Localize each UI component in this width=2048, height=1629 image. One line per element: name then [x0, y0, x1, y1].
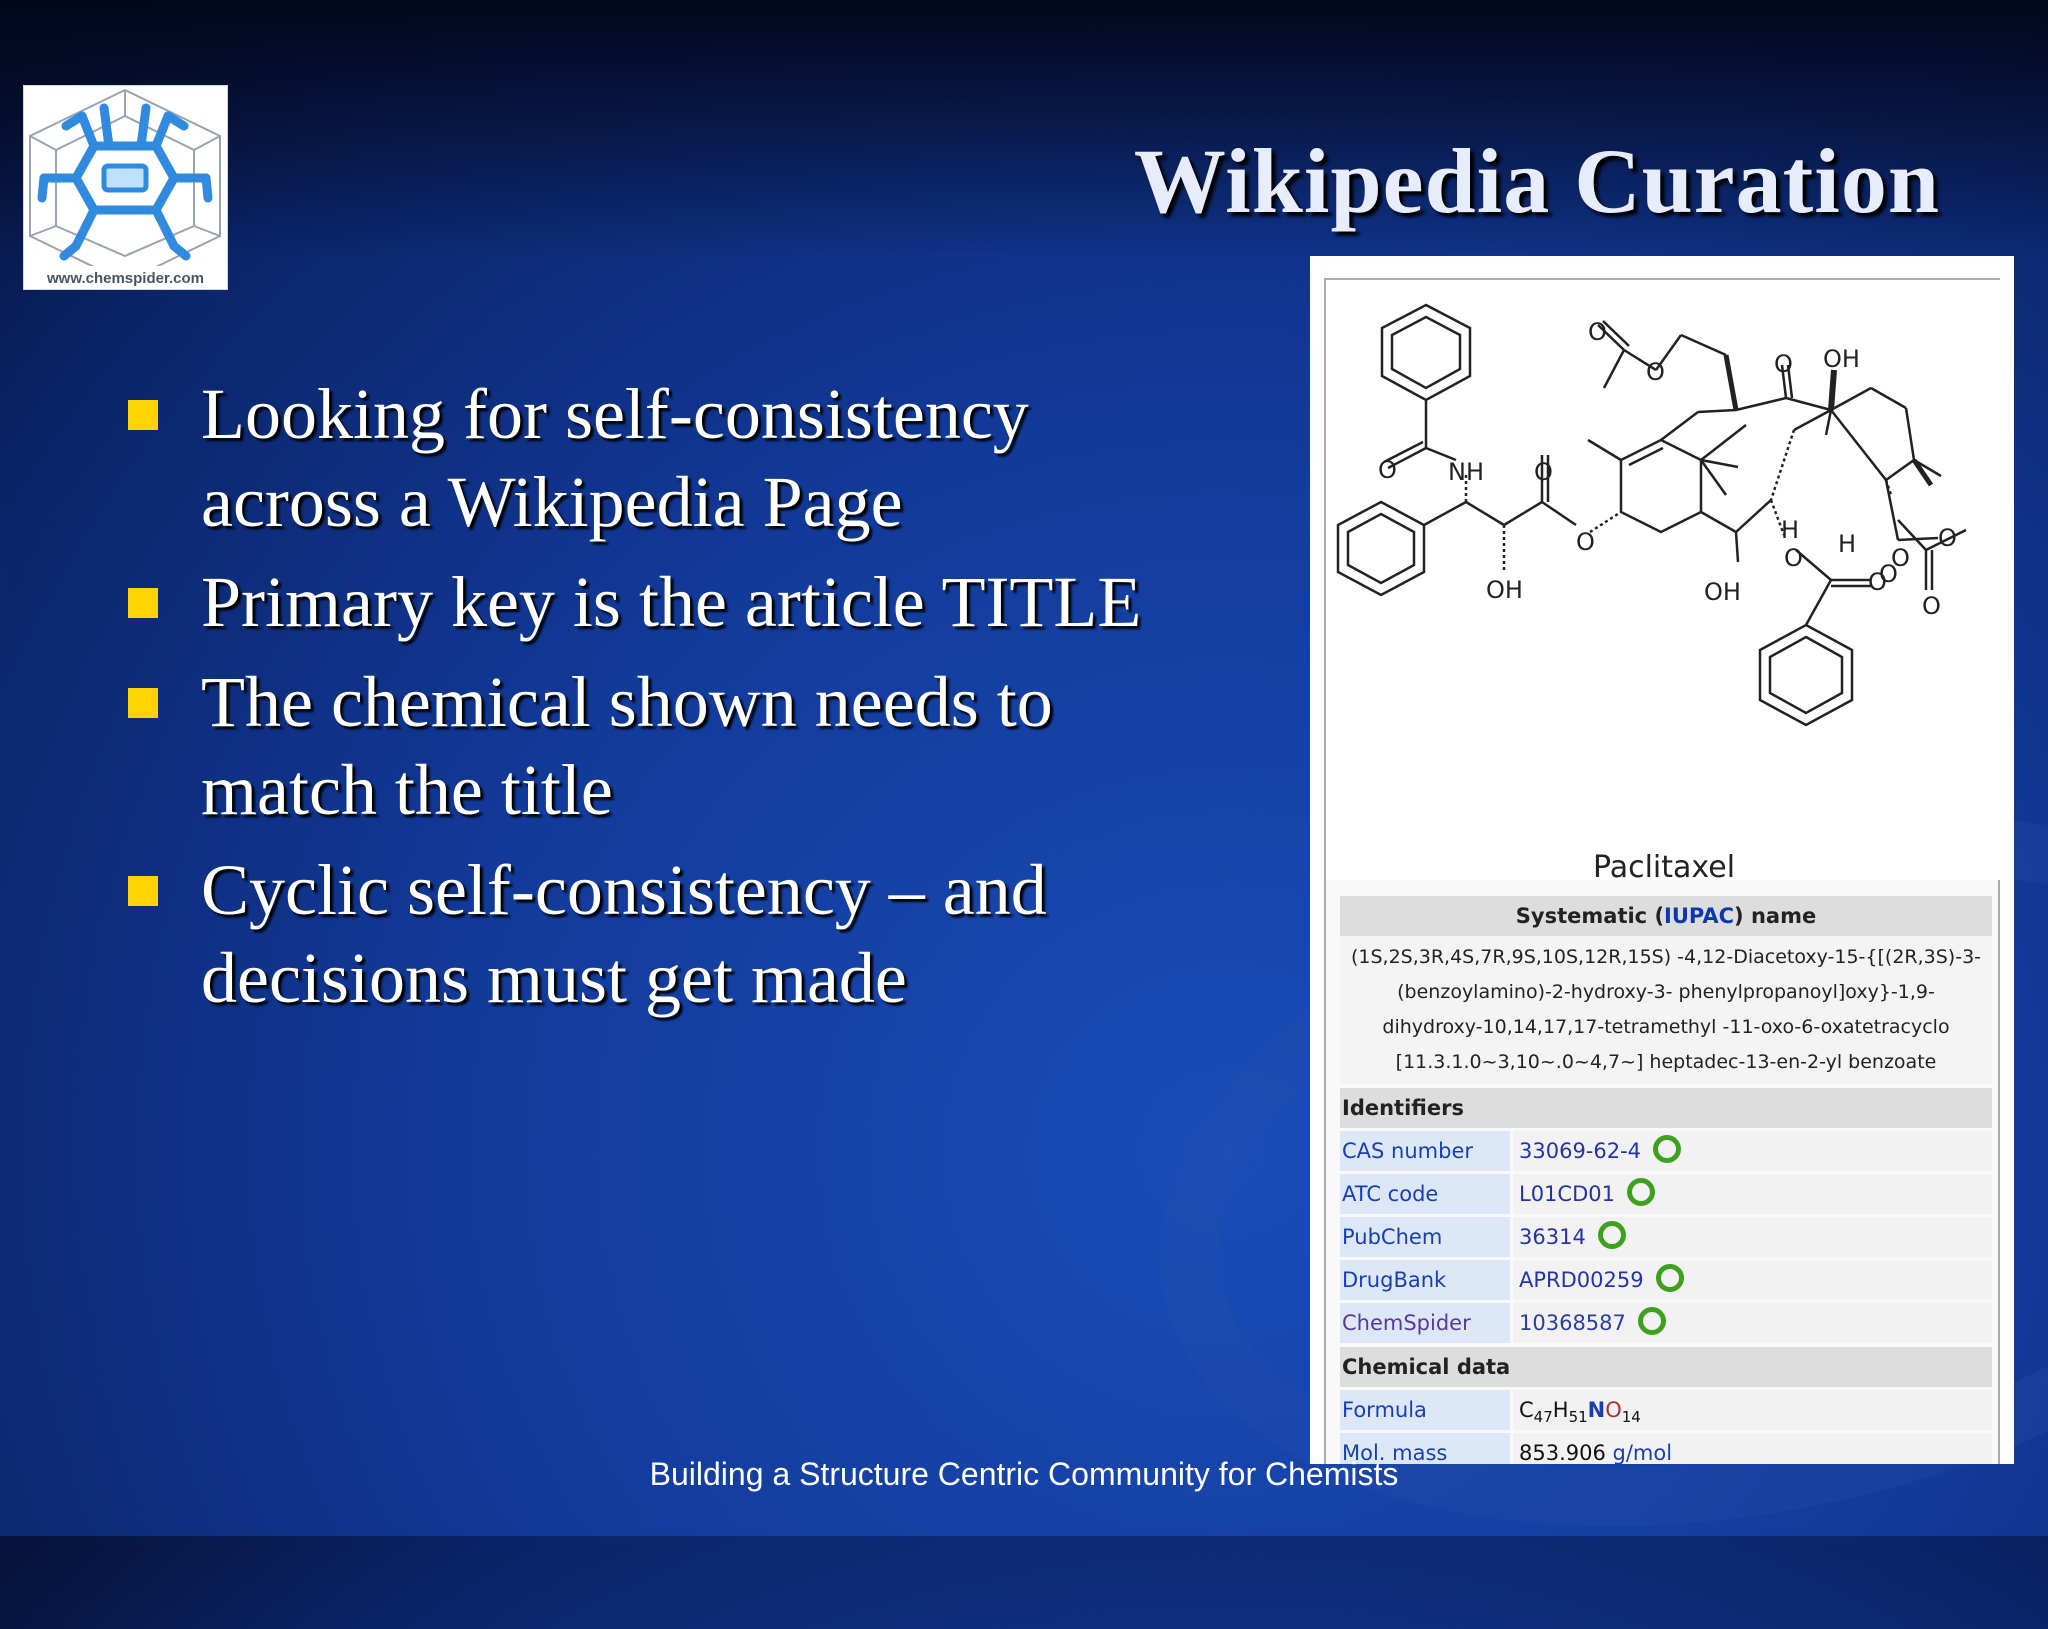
- bullet-text: Cyclic self-consistency – and decisions …: [201, 850, 1047, 1018]
- paclitaxel-structure-icon: O NH O OH O O O OH O H O OH H O O O O O: [1336, 303, 1967, 727]
- chemspider-logo: www.chemspider.com: [23, 85, 228, 290]
- formula-link[interactable]: Formula: [1340, 1390, 1510, 1430]
- bullet-list: Looking for self-consistency across a Wi…: [125, 370, 1265, 1034]
- chemical-structure-diagram: O NH O OH O O O OH O H O OH H O O O O O: [1326, 280, 2002, 880]
- bullet-text: Primary key is the article TITLE: [201, 562, 1142, 642]
- verified-check-icon: [1637, 1307, 1666, 1335]
- atc-value[interactable]: L01CD01: [1519, 1182, 1615, 1206]
- iupac-name: (1S,2S,3R,4S,7R,9S,10S,12R,15S) -4,12-Di…: [1340, 936, 1992, 1084]
- systematic-name-header: Systematic (IUPAC) name: [1340, 896, 1992, 936]
- atom-label: O: [1534, 458, 1553, 486]
- cas-value[interactable]: 33069-62-4: [1519, 1139, 1641, 1163]
- systematic-header-text: Systematic (: [1515, 904, 1665, 928]
- drugbank-link[interactable]: DrugBank: [1340, 1260, 1510, 1300]
- identifier-value[interactable]: 10368587: [1513, 1303, 1992, 1343]
- atom-label: OH: [1704, 578, 1741, 606]
- atom-label: OH: [1486, 576, 1523, 604]
- bullet-square-icon: [128, 588, 158, 618]
- formula-element: H: [1552, 1398, 1569, 1422]
- slide-title: Wikipedia Curation: [1133, 130, 1940, 232]
- pubchem-value[interactable]: 36314: [1519, 1225, 1586, 1249]
- formula-element: C: [1519, 1398, 1534, 1422]
- table-row: Formula C47H51NO14: [1340, 1390, 1992, 1430]
- table-row: PubChem 36314: [1340, 1217, 1992, 1257]
- formula-count: 47: [1533, 1408, 1553, 1427]
- slide-footer: Building a Structure Centric Community f…: [649, 1456, 1399, 1492]
- infobox: O NH O OH O O O OH O H O OH H O O O O O …: [1324, 278, 2002, 1464]
- chemspider-value[interactable]: 10368587: [1519, 1311, 1626, 1335]
- identifier-value[interactable]: 36314: [1513, 1217, 1992, 1257]
- iupac-link[interactable]: IUPAC: [1664, 904, 1734, 928]
- chemspider-link[interactable]: ChemSpider: [1340, 1303, 1510, 1343]
- identifier-value[interactable]: APRD00259: [1513, 1260, 1992, 1300]
- spider-icon: [29, 88, 221, 284]
- table-row: ChemSpider 10368587: [1340, 1303, 1992, 1343]
- bullet-square-icon: [128, 400, 158, 430]
- atom-label: OH: [1823, 345, 1860, 373]
- verified-check-icon: [1653, 1135, 1682, 1163]
- table-row: DrugBank APRD00259: [1340, 1260, 1992, 1300]
- bullet-square-icon: [128, 688, 158, 718]
- bullet-item: Looking for self-consistency across a Wi…: [125, 370, 1265, 546]
- table-row: ATC code L01CD01: [1340, 1174, 1992, 1214]
- atom-label: O: [1868, 568, 1887, 596]
- drugbank-value[interactable]: APRD00259: [1519, 1268, 1644, 1292]
- atom-label: O: [1774, 350, 1793, 378]
- formula-element[interactable]: N: [1588, 1398, 1606, 1422]
- atom-label: O: [1784, 544, 1803, 572]
- identifier-value[interactable]: 33069-62-4: [1513, 1131, 1992, 1171]
- verified-check-icon: [1655, 1264, 1684, 1292]
- systematic-header-suffix: ) name: [1734, 904, 1817, 928]
- logo-caption: www.chemspider.com: [47, 270, 204, 287]
- verified-check-icon: [1597, 1221, 1626, 1249]
- atc-code-link[interactable]: ATC code: [1340, 1174, 1510, 1214]
- atom-label: O: [1576, 528, 1595, 556]
- bullet-item: Primary key is the article TITLE: [125, 558, 1265, 646]
- wikipedia-infobox-screenshot: O NH O OH O O O OH O H O OH H O O O O O …: [1310, 256, 2014, 1464]
- formula-value: C47H51NO14: [1513, 1390, 1992, 1430]
- bullet-item: The chemical shown needs to match the ti…: [125, 658, 1265, 834]
- atom-label: O: [1922, 592, 1941, 620]
- atom-label: H: [1781, 516, 1799, 544]
- chemical-data-header: Chemical data: [1340, 1347, 1992, 1387]
- compound-caption: Paclitaxel: [1592, 850, 1736, 885]
- formula-count: 51: [1568, 1408, 1588, 1427]
- atom-label: O: [1938, 524, 1957, 552]
- bullet-text: The chemical shown needs to match the ti…: [201, 662, 1053, 830]
- atom-label: H: [1838, 530, 1856, 558]
- atom-label: O: [1588, 318, 1607, 346]
- atom-label: O: [1378, 456, 1397, 484]
- identifier-value[interactable]: L01CD01: [1513, 1174, 1992, 1214]
- infobox-table: Systematic (IUPAC) name (1S,2S,3R,4S,7R,…: [1340, 896, 1992, 1464]
- bullet-item: Cyclic self-consistency – and decisions …: [125, 846, 1265, 1022]
- bullet-text: Looking for self-consistency across a Wi…: [201, 374, 1029, 542]
- atom-label: O: [1646, 358, 1665, 386]
- verified-check-icon: [1626, 1178, 1655, 1206]
- atom-label: O: [1891, 544, 1910, 572]
- identifiers-header: Identifiers: [1340, 1088, 1992, 1128]
- atom-label: NH: [1448, 458, 1484, 486]
- bullet-square-icon: [128, 876, 158, 906]
- cas-number-link[interactable]: CAS number: [1340, 1131, 1510, 1171]
- formula-count: 14: [1621, 1408, 1641, 1427]
- pubchem-link[interactable]: PubChem: [1340, 1217, 1510, 1257]
- formula-element[interactable]: O: [1605, 1398, 1622, 1422]
- table-row: CAS number 33069-62-4: [1340, 1131, 1992, 1171]
